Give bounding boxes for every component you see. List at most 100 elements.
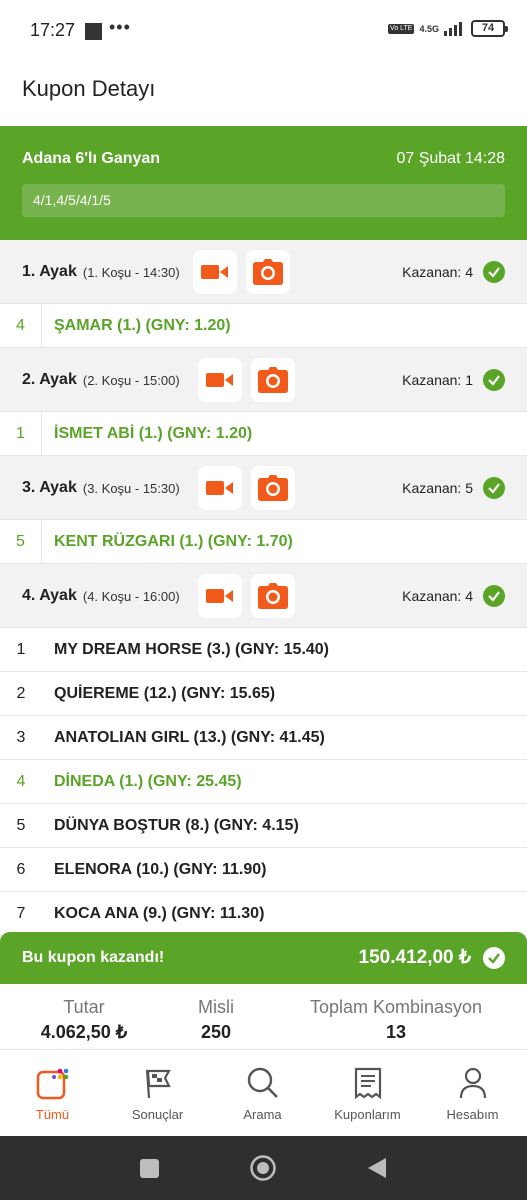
race-name: Adana 6'lı Ganyan (22, 150, 161, 167)
horse-name: İSMET ABİ (1.) (GNY: 1.20) (54, 425, 253, 442)
horse-row: 1 MY DREAM HORSE (3.) (GNY: 15.40) (0, 628, 527, 672)
video-button[interactable] (198, 358, 242, 402)
combinations-summary: Toplam Kombinasyon 13 (286, 996, 506, 1045)
home-button[interactable] (233, 1136, 293, 1200)
nav-label: Hesabım (446, 1107, 499, 1122)
winner-label: Kazanan: 4 (402, 264, 473, 280)
multiplier-label: Misli (198, 997, 234, 1017)
nav-tab-results[interactable]: Sonuçlar (105, 1064, 210, 1122)
network-type: 4.5G (419, 23, 439, 34)
horse-row: 1 İSMET ABİ (1.) (GNY: 1.20) (0, 412, 527, 456)
horse-row: 7 KOCA ANA (9.) (GNY: 11.30) (0, 892, 527, 936)
leg-title: 4. Ayak (4. Koşu - 16:00) (22, 564, 180, 628)
selection-summary: 4/1,4/5/4/1/5 (22, 184, 505, 217)
page-title: Kupon Detayı (22, 76, 156, 101)
result-text: Bu kupon kazandı! (22, 949, 165, 966)
video-button[interactable] (198, 466, 242, 510)
leg-header: 1. Ayak (1. Koşu - 14:30) Kazanan: 4 (0, 240, 527, 304)
video-camera-icon (206, 373, 233, 387)
coupon-header: Adana 6'lı Ganyan 07 Şubat 14:28 4/1,4/5… (0, 126, 527, 240)
amount-label: Tutar (63, 997, 105, 1017)
winner-label: Kazanan: 4 (402, 588, 473, 604)
horse-number: 3 (16, 729, 26, 746)
system-navigation-bar (0, 1136, 527, 1200)
horse-name: DÜNYA BOŞTUR (8.) (GNY: 4.15) (54, 817, 299, 834)
video-button[interactable] (198, 574, 242, 618)
horse-row: 4 ŞAMAR (1.) (GNY: 1.20) (0, 304, 527, 348)
status-indicators: Vo LTE 4.5G 74 (388, 20, 508, 37)
status-time: 17:27 (30, 20, 76, 40)
winner-label: Kazanan: 1 (402, 372, 473, 388)
video-camera-icon (201, 265, 228, 279)
camera-icon (258, 583, 288, 609)
battery-icon: 74 (471, 20, 508, 37)
legs-list: 1. Ayak (1. Koşu - 14:30) Kazanan: 4 4 Ş… (0, 240, 527, 936)
multiplier-value: 250 (200, 1022, 232, 1042)
leg-header: 3. Ayak (3. Koşu - 15:30) Kazanan: 5 (0, 456, 527, 520)
leg-race-info: (2. Koşu - 15:00) (82, 372, 180, 388)
photo-button[interactable] (251, 574, 295, 618)
recents-button[interactable] (119, 1136, 179, 1200)
horse-row: 3 ANATOLIAN GIRL (13.) (GNY: 41.45) (0, 716, 527, 760)
leg-name: 3. Ayak (22, 479, 77, 496)
leg-title: 1. Ayak (1. Koşu - 14:30) (22, 240, 180, 304)
leg-race-info: (3. Koşu - 15:30) (82, 480, 180, 496)
signal-icon (444, 21, 462, 36)
back-button[interactable] (347, 1136, 407, 1200)
nav-label: Tümü (35, 1107, 70, 1122)
horse-name: MY DREAM HORSE (3.) (GNY: 15.40) (54, 641, 330, 658)
leg-name: 1. Ayak (22, 263, 77, 280)
leg-race-info: (1. Koşu - 14:30) (82, 264, 180, 280)
horse-number: 1 (16, 641, 26, 658)
nav-tab-account[interactable]: Hesabım (420, 1064, 525, 1122)
camera-icon (258, 475, 288, 501)
bottom-nav: Tümü Sonuçlar Arama Kuponlarım Hesabım (0, 1050, 527, 1136)
amount-summary: Tutar 4.062,50 ₺ (14, 996, 154, 1045)
check-icon (483, 261, 505, 283)
horse-number: 5 (16, 817, 26, 834)
back-triangle-icon (368, 1158, 386, 1178)
leg-title: 3. Ayak (3. Koşu - 15:30) (22, 456, 180, 520)
leg-header: 4. Ayak (4. Koşu - 16:00) Kazanan: 4 (0, 564, 527, 628)
horse-name: KENT RÜZGARI (1.) (GNY: 1.70) (54, 533, 293, 550)
combinations-value: 13 (385, 1022, 407, 1042)
photo-button[interactable] (246, 250, 290, 294)
photo-button[interactable] (251, 466, 295, 510)
photo-button[interactable] (251, 358, 295, 402)
horse-name: QUİEREME (12.) (GNY: 15.65) (54, 685, 276, 702)
check-icon (483, 585, 505, 607)
leg-header: 2. Ayak (2. Koşu - 15:00) Kazanan: 1 (0, 348, 527, 412)
nav-tab-search[interactable]: Arama (210, 1064, 315, 1122)
horse-row: 5 KENT RÜZGARI (1.) (GNY: 1.70) (0, 520, 527, 564)
amount-value: 4.062,50 ₺ (40, 1022, 128, 1042)
camera-icon (253, 259, 283, 285)
combinations-label: Toplam Kombinasyon (309, 997, 483, 1017)
nav-label: Sonuçlar (131, 1107, 184, 1122)
leg-name: 4. Ayak (22, 587, 77, 604)
receipt-icon (315, 1064, 420, 1102)
camera-icon (258, 367, 288, 393)
horse-row: 6 ELENORA (10.) (GNY: 11.90) (0, 848, 527, 892)
horse-number: 5 (0, 520, 42, 563)
notification-icon (85, 23, 102, 40)
more-notifications-icon: ••• (109, 17, 131, 37)
nav-label: Arama (243, 1107, 282, 1122)
horse-number: 2 (16, 685, 26, 702)
video-button[interactable] (193, 250, 237, 294)
coupon-summary: Tutar 4.062,50 ₺ Misli 250 Toplam Kombin… (0, 984, 527, 1050)
nav-tab-coupons[interactable]: Kuponlarım (315, 1064, 420, 1122)
horse-number: 4 (16, 773, 26, 790)
check-icon (483, 947, 505, 969)
leg-title: 2. Ayak (2. Koşu - 15:00) (22, 348, 180, 412)
nav-tab-all[interactable]: Tümü (0, 1064, 105, 1122)
horse-row: 5 DÜNYA BOŞTUR (8.) (GNY: 4.15) (0, 804, 527, 848)
horse-number: 7 (16, 905, 26, 922)
horse-name: ANATOLIAN GIRL (13.) (GNY: 41.45) (54, 729, 325, 746)
multiplier-summary: Misli 250 (166, 996, 266, 1045)
video-camera-icon (206, 481, 233, 495)
horse-name: ŞAMAR (1.) (GNY: 1.20) (54, 317, 231, 334)
search-icon (210, 1064, 315, 1102)
winner-label: Kazanan: 5 (402, 480, 473, 496)
coupon-result-bar: Bu kupon kazandı! 150.412,00 ₺ (0, 932, 527, 984)
volte-icon: Vo LTE (388, 23, 415, 34)
